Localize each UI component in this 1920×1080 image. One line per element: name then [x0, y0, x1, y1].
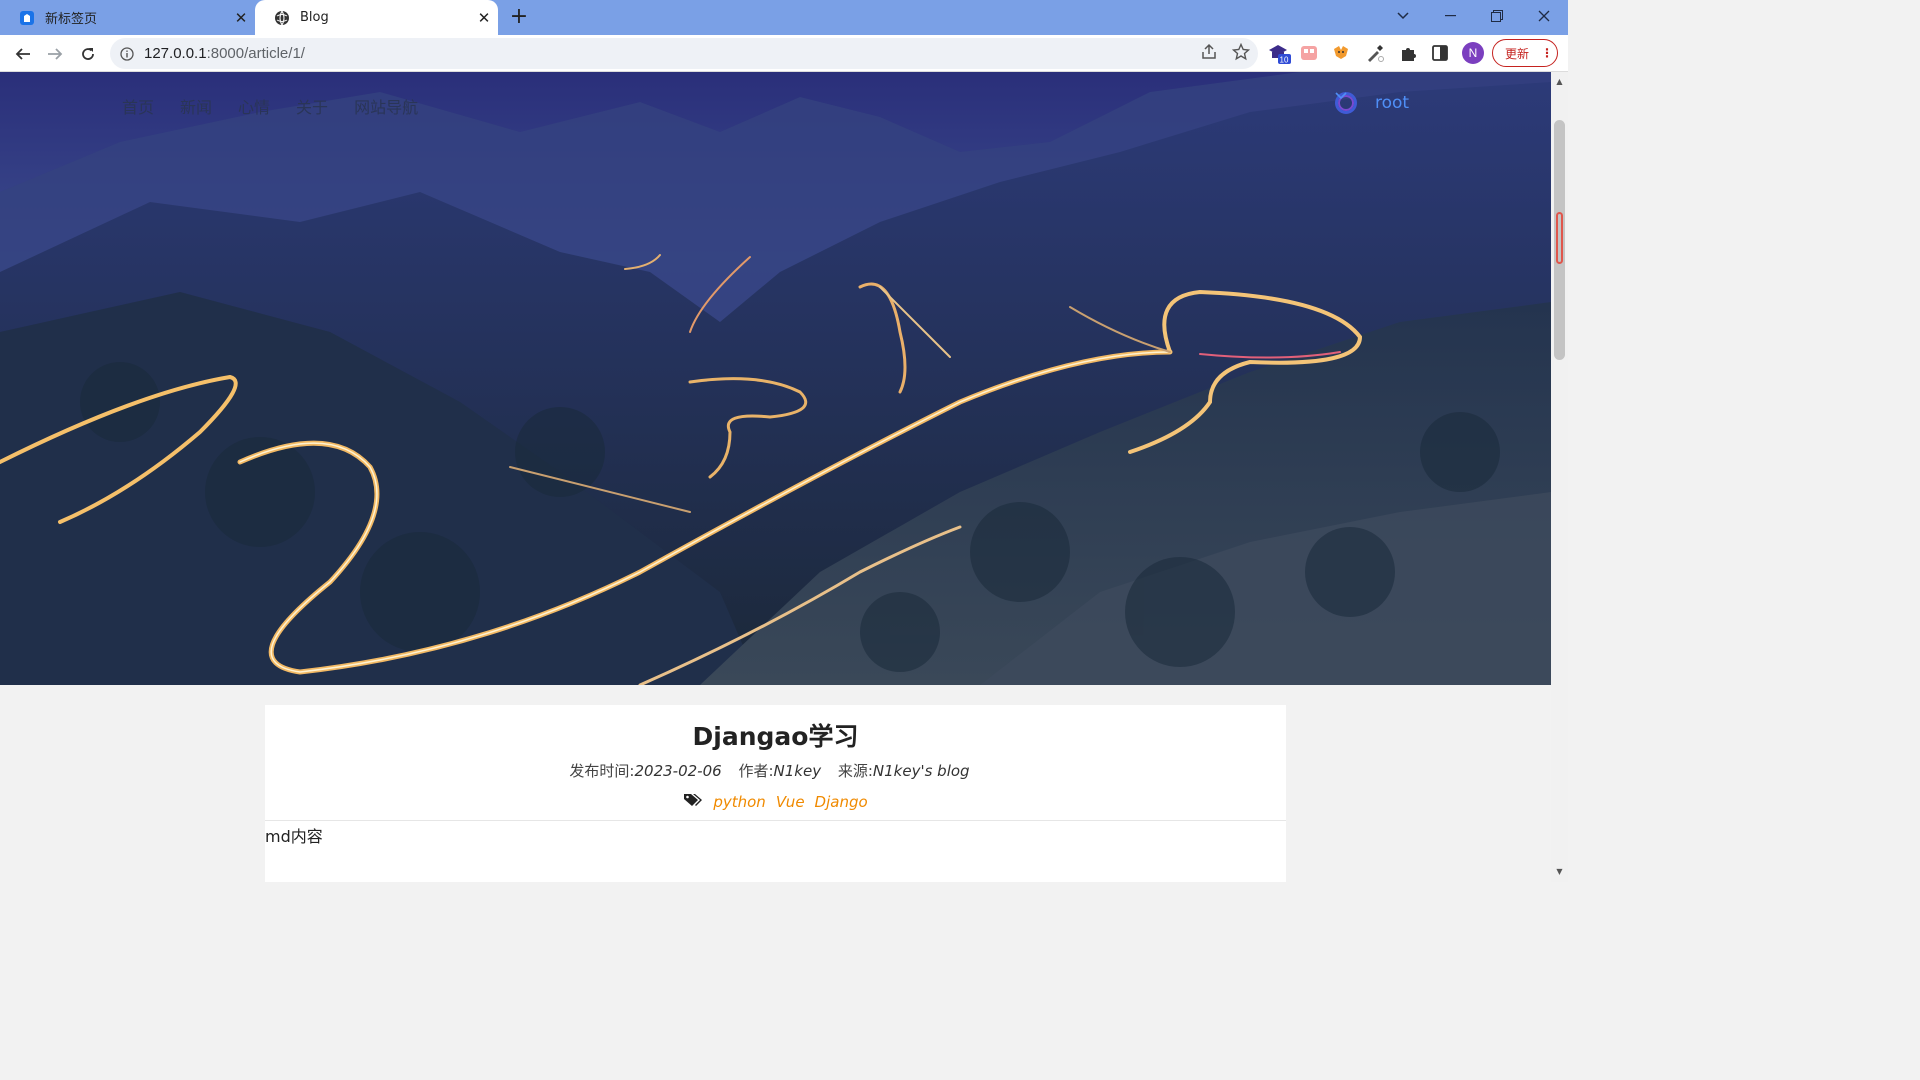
scroll-down-icon[interactable]: ▼	[1551, 864, 1568, 880]
update-button[interactable]: 更新 ⋮	[1492, 39, 1558, 67]
site-nav: 首页 新闻 心情 关于 网站导航	[122, 94, 418, 118]
browser-menu-icon[interactable]: ⋮	[1541, 46, 1553, 60]
article-meta: 发布时间:2023-02-06 作者:N1key 来源:N1key's blog	[265, 760, 1286, 781]
hero-banner-image: 首页 新闻 心情 关于 网站导航 root	[0, 72, 1551, 685]
tag-link[interactable]: python	[713, 793, 765, 811]
page-scrollbar[interactable]: ▲ ▼	[1551, 72, 1568, 882]
browser-toolbar: 127.0.0.1:8000/article/1/ 10 N 更新 ⋮	[0, 35, 1568, 72]
nav-about-link[interactable]: 关于	[296, 94, 328, 118]
bookmark-star-icon[interactable]	[1231, 42, 1251, 65]
article-tags: python Vue Django	[265, 792, 1286, 812]
fox-extension-icon[interactable]	[1328, 40, 1354, 66]
tab-close-icon[interactable]: ✕	[227, 9, 255, 27]
published-date: 2023-02-06	[634, 762, 722, 780]
side-panel-icon[interactable]	[1427, 40, 1453, 66]
tag-link[interactable]: Django	[815, 793, 868, 811]
minimize-icon[interactable]	[1427, 0, 1473, 32]
url-text[interactable]: 127.0.0.1:8000/article/1/	[144, 45, 305, 62]
username[interactable]: root	[1375, 93, 1409, 113]
author-label: 作者:	[738, 762, 774, 780]
tab-label: Blog	[300, 10, 329, 25]
omnibox-actions	[1200, 42, 1251, 65]
tab-label: 新标签页	[45, 12, 98, 27]
restore-icon[interactable]	[1474, 0, 1520, 32]
close-window-icon[interactable]	[1521, 0, 1567, 32]
eyedropper-extension-icon[interactable]	[1362, 40, 1388, 66]
author-name: N1key	[773, 762, 822, 780]
published-label: 发布时间:	[569, 762, 635, 780]
article-title: Djangao学习	[692, 722, 859, 751]
graduation-cap-extension-icon[interactable]: 10	[1266, 40, 1292, 66]
new-tab-favicon-icon	[18, 9, 35, 26]
user-menu[interactable]: root	[1335, 92, 1415, 114]
tags-icon	[683, 792, 703, 812]
new-tab-button[interactable]: +	[505, 4, 533, 32]
page-viewport: 首页 新闻 心情 关于 网站导航 root Djangao学习 发布时间:202…	[0, 72, 1551, 882]
tab-search-chevron-icon[interactable]	[1380, 0, 1426, 32]
share-icon[interactable]	[1200, 43, 1218, 65]
article-body: md内容	[265, 827, 323, 846]
forward-arrow-icon[interactable]	[40, 39, 70, 69]
update-label: 更新	[1505, 46, 1530, 61]
scroll-highlight-marker	[1556, 212, 1563, 264]
translate-extension-icon[interactable]	[1296, 40, 1322, 66]
source-name: N1key's blog	[872, 762, 970, 780]
site-info-icon[interactable]	[110, 46, 144, 61]
tab-blog[interactable]: Blog ✕	[255, 0, 498, 35]
source-label: 来源:	[837, 762, 873, 780]
extensions-puzzle-icon[interactable]	[1395, 40, 1421, 66]
article-card: Djangao学习 发布时间:2023-02-06 作者:N1key 来源:N1…	[265, 705, 1286, 882]
nav-mood-link[interactable]: 心情	[238, 94, 270, 118]
mountain-road-photo	[0, 72, 1551, 685]
nav-home-link[interactable]: 首页	[122, 94, 154, 118]
profile-avatar[interactable]: N	[1462, 42, 1484, 64]
tag-link[interactable]: Vue	[776, 793, 805, 811]
globe-icon	[273, 9, 290, 26]
svg-text:10: 10	[1280, 56, 1289, 65]
back-arrow-icon[interactable]	[8, 39, 38, 69]
tab-strip: 新标签页 ✕ Blog ✕ +	[0, 0, 1568, 35]
divider	[265, 820, 1286, 821]
scroll-up-icon[interactable]: ▲	[1551, 74, 1568, 90]
nav-news-link[interactable]: 新闻	[180, 94, 212, 118]
reload-icon[interactable]	[73, 39, 103, 69]
tab-new-tab[interactable]: 新标签页 ✕	[0, 0, 255, 35]
address-bar[interactable]: 127.0.0.1:8000/article/1/	[110, 38, 1258, 69]
tab-close-icon[interactable]: ✕	[470, 9, 498, 27]
nav-sites-link[interactable]: 网站导航	[354, 94, 418, 118]
